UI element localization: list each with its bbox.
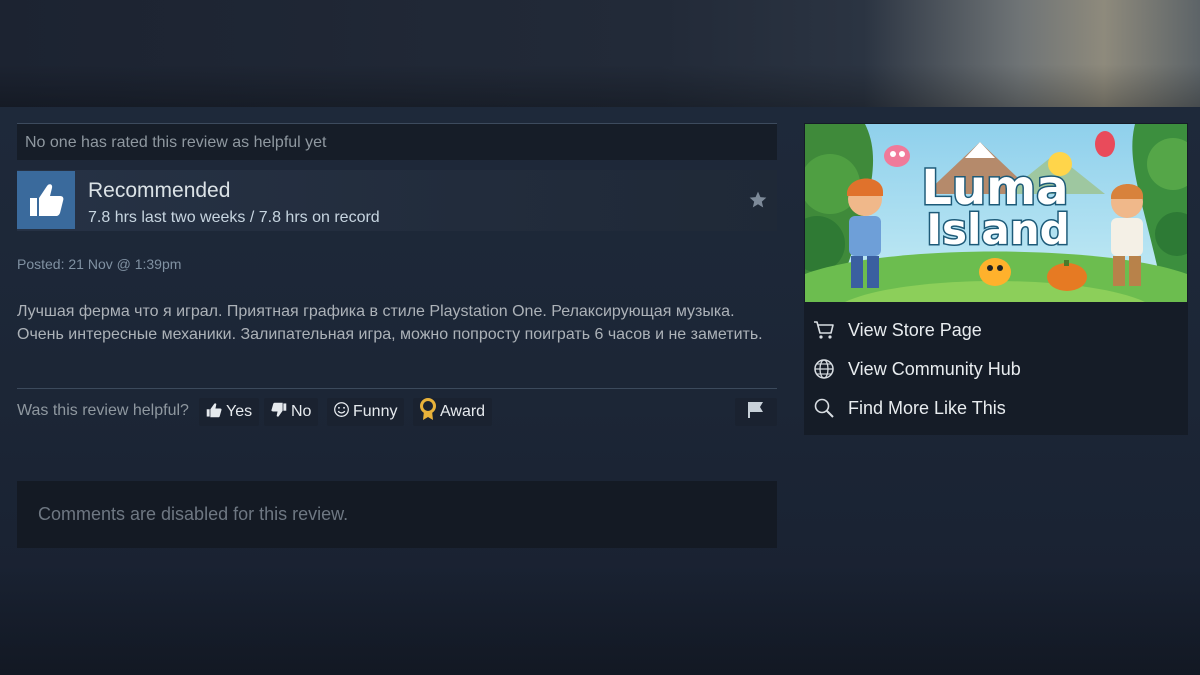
flag-icon [746, 401, 766, 424]
thumbs-down-icon [270, 402, 288, 423]
helpful-status-text: No one has rated this review as helpful … [25, 134, 327, 151]
recommendation-title: Recommended [88, 179, 231, 202]
playtime-hours: 7.8 hrs last two weeks / 7.8 hrs on reco… [88, 209, 380, 226]
vote-funny-label: Funny [353, 403, 398, 420]
view-community-hub-label: View Community Hub [848, 358, 1021, 379]
thumbs-up-icon [205, 402, 223, 423]
game-logo-line2: Island [926, 205, 1069, 254]
view-community-hub-link[interactable]: View Community Hub [812, 354, 1180, 384]
smiley-icon [333, 401, 350, 423]
review-header: Recommended 7.8 hrs last two weeks / 7.8… [17, 170, 777, 231]
game-info-panel: Luma Island View Store Page View Communi… [804, 123, 1188, 435]
cart-icon [812, 318, 836, 342]
report-flag-button[interactable] [735, 398, 777, 426]
award-button[interactable]: Award [413, 397, 493, 427]
comments-disabled-notice: Comments are disabled for this review. [17, 481, 777, 548]
game-capsule-image[interactable]: Luma Island [805, 124, 1187, 302]
globe-icon [812, 357, 836, 381]
review-page: No one has rated this review as helpful … [0, 0, 1200, 675]
view-store-page-link[interactable]: View Store Page [812, 315, 1180, 345]
vote-no-label: No [291, 403, 312, 420]
award-label: Award [440, 403, 486, 420]
comments-disabled-text: Comments are disabled for this review. [38, 504, 349, 524]
thumbs-up-icon [17, 171, 75, 229]
helpful-question: Was this review helpful? [17, 402, 189, 419]
search-icon [812, 396, 836, 420]
find-more-like-this-link[interactable]: Find More Like This [812, 393, 1180, 423]
vote-yes-label: Yes [226, 403, 253, 420]
helpful-vote-row: Was this review helpful? Yes No Funny Aw… [17, 397, 777, 427]
award-icon [419, 397, 437, 427]
vote-yes-button[interactable]: Yes [199, 398, 260, 426]
header-banner [0, 0, 1200, 107]
find-more-like-this-label: Find More Like This [848, 397, 1006, 418]
posted-date: Posted: 21 Nov @ 1:39pm [17, 256, 182, 272]
review-text: Лучшая ферма что я играл. Приятная графи… [17, 303, 763, 343]
divider [17, 388, 777, 389]
vote-no-button[interactable]: No [264, 398, 319, 426]
view-store-page-label: View Store Page [848, 319, 982, 340]
vote-funny-button[interactable]: Funny [327, 398, 405, 426]
star-icon[interactable] [748, 190, 768, 215]
helpful-status-bar: No one has rated this review as helpful … [17, 123, 777, 160]
